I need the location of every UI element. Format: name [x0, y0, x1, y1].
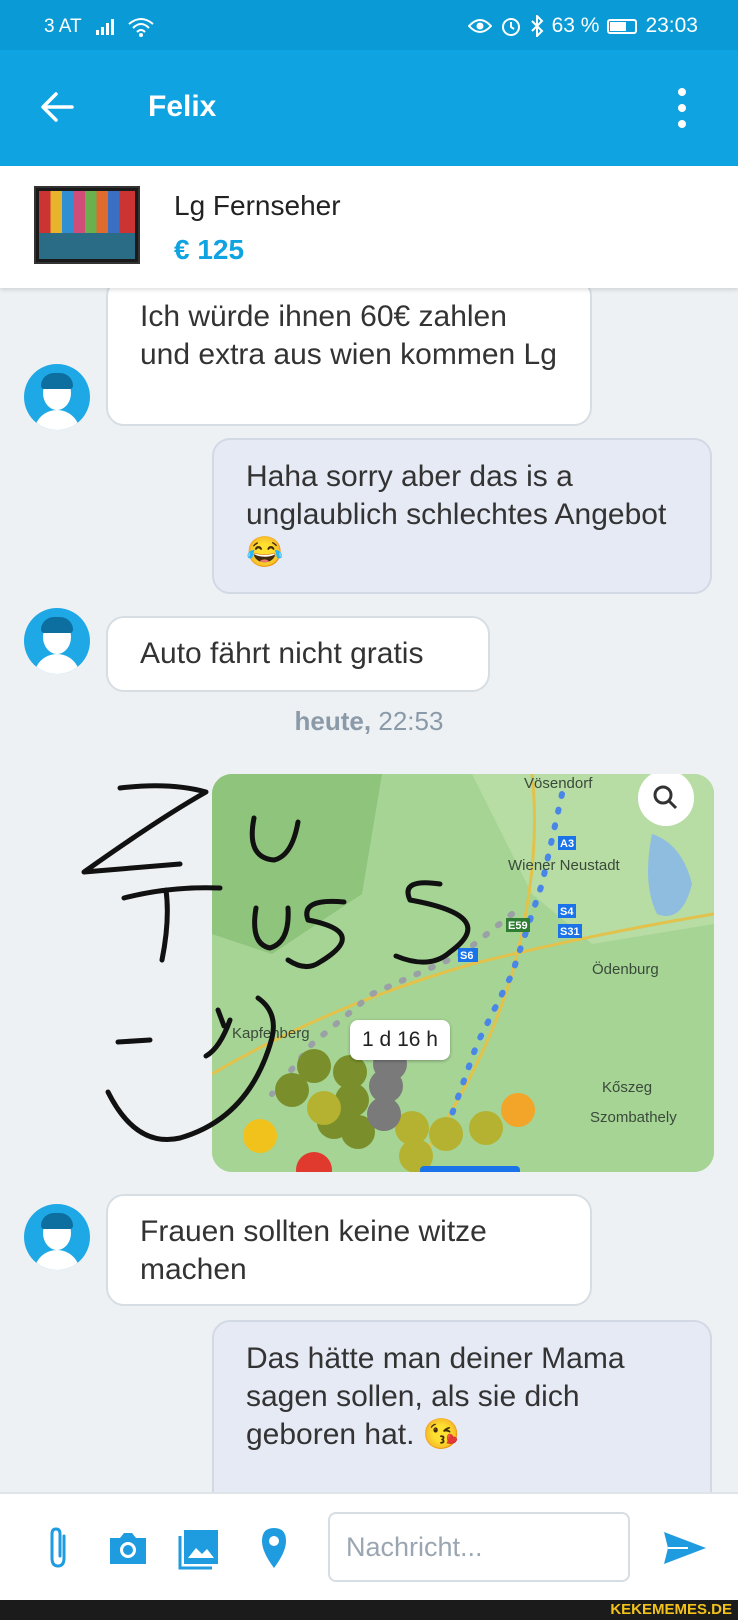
map-label: Kőszeg [602, 1079, 652, 1096]
chat-header: Felix [0, 50, 738, 166]
message-list[interactable]: Ich würde ihnen 60€ zahlen und extra aus… [0, 288, 738, 1492]
product-title: Lg Fernseher [174, 190, 341, 221]
product-price: € 125 [174, 234, 245, 265]
gallery-icon[interactable] [176, 1524, 224, 1572]
message-bubble-incoming[interactable]: Auto fährt nicht gratis [106, 616, 490, 692]
contact-name[interactable]: Felix [148, 90, 216, 124]
date-day: heute, [294, 706, 372, 736]
map-label: Szombathely [590, 1109, 677, 1126]
alarm-icon [501, 18, 520, 36]
message-bubble-outgoing[interactable]: Das hätte man deiner Mama sagen sollen, … [212, 1320, 712, 1492]
overflow-menu-icon[interactable] [676, 88, 688, 128]
map-label: Ödenburg [592, 960, 659, 978]
route-duration-chip: 1 d 16 h [350, 1020, 450, 1060]
map-label: Vösendorf [524, 775, 593, 792]
date-time: 22:53 [378, 706, 444, 736]
watermark-bar: KEKEMEMES.DE [0, 1600, 738, 1620]
message-bubble-incoming[interactable]: Ich würde ihnen 60€ zahlen und extra aus… [106, 288, 592, 426]
message-text: Auto fährt nicht gratis [140, 637, 424, 670]
avatar [24, 608, 90, 674]
battery-percent: 63 % [551, 14, 600, 37]
listing-bar[interactable]: Lg Fernseher € 125 [0, 166, 738, 288]
message-text: Das hätte man deiner Mama sagen sollen, … [246, 1342, 625, 1451]
message-composer [0, 1492, 738, 1600]
camera-icon[interactable] [104, 1524, 152, 1572]
avatar [24, 1204, 90, 1270]
battery-icon [607, 18, 638, 34]
map-image-message[interactable]: Vösendorf Wiener Neustadt Ödenburg Kapfe… [212, 774, 714, 1172]
attachment-icon[interactable] [34, 1524, 82, 1572]
message-text: Frauen sollten keine witze machen [140, 1215, 487, 1286]
road-label: E59 [508, 920, 528, 932]
eye-icon [467, 19, 492, 33]
message-bubble-incoming[interactable]: Frauen sollten keine witze machen [106, 1194, 592, 1306]
signal-icon [95, 19, 114, 35]
map-label: Wiener Neustadt [508, 857, 621, 874]
message-input[interactable] [328, 1512, 630, 1582]
road-label: A3 [560, 838, 574, 850]
watermark-text: KEKEMEMES.DE [610, 1601, 732, 1618]
road-label: S6 [460, 950, 473, 962]
product-thumbnail[interactable] [34, 186, 140, 264]
back-arrow-icon[interactable] [36, 86, 78, 128]
map-drawing: Vösendorf Wiener Neustadt Ödenburg Kapfe… [212, 774, 714, 1172]
send-icon[interactable] [658, 1522, 710, 1574]
location-pin-icon[interactable] [250, 1524, 298, 1572]
status-bar: 3 AT 63 % 23:03 [0, 0, 738, 50]
clock: 23:03 [645, 14, 698, 37]
map-label: Kapfenberg [232, 1025, 310, 1042]
wifi-icon [128, 18, 154, 37]
avatar [24, 364, 90, 430]
carrier-label: 3 AT [44, 16, 82, 37]
message-bubble-outgoing[interactable]: Haha sorry aber das is a unglaublich sch… [212, 438, 712, 594]
message-text: Ich würde ihnen 60€ zahlen und extra aus… [140, 300, 557, 371]
road-label: S31 [560, 926, 580, 938]
bluetooth-icon [530, 15, 543, 37]
date-separator: heute, 22:53 [0, 706, 738, 737]
message-text: Haha sorry aber das is a unglaublich sch… [246, 460, 667, 569]
road-label: S4 [560, 906, 574, 918]
